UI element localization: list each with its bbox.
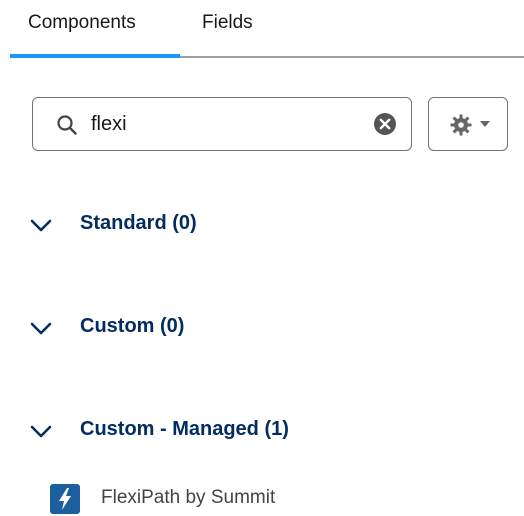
chevron-down-icon <box>30 219 52 232</box>
active-tab-indicator <box>10 54 180 58</box>
tab-bar: Components Fields <box>10 0 524 58</box>
search-input[interactable] <box>91 108 361 140</box>
search-box[interactable] <box>32 97 412 151</box>
tab-components[interactable]: Components <box>28 12 136 34</box>
components-panel: Components Fields flexi Standard (0) Cus… <box>0 0 524 516</box>
section-label: Standard (0) <box>80 212 197 234</box>
chevron-down-icon <box>30 425 52 438</box>
clear-icon[interactable] <box>372 111 398 137</box>
settings-button[interactable] <box>428 97 508 151</box>
tab-fields[interactable]: Fields <box>202 12 253 34</box>
chevron-down-icon <box>30 322 52 335</box>
section-label: Custom - Managed (1) <box>80 418 289 440</box>
section-label: Custom (0) <box>80 315 185 337</box>
component-item-label: FlexiPath by Summit <box>101 487 276 508</box>
caret-down-icon <box>480 121 490 127</box>
lightning-bolt-icon <box>50 484 80 514</box>
gear-icon <box>450 114 472 136</box>
search-icon <box>57 115 77 135</box>
